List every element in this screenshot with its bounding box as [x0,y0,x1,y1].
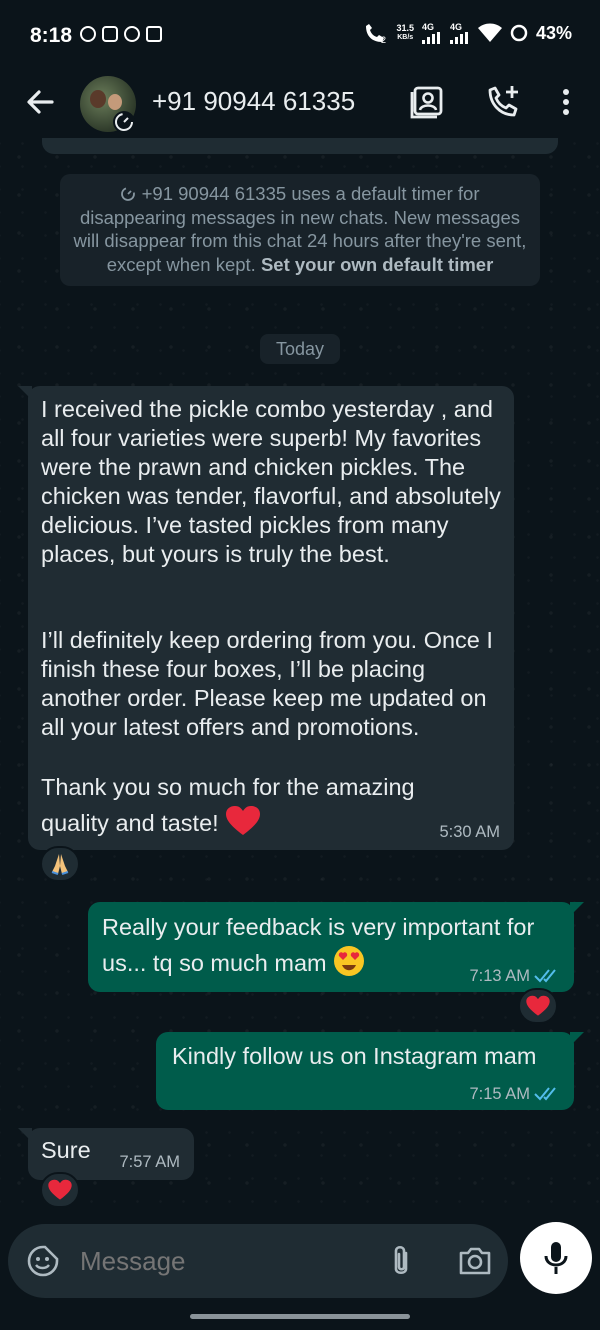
message-time: 7:15 AM [469,1085,530,1103]
message-time: 7:13 AM [469,967,530,985]
status-bar: 8:18 2 31.5 KB/s 4G 4G 43% [0,0,600,70]
heart-emoji [226,806,261,835]
status-right: 2 31.5 KB/s 4G 4G 43% [362,22,572,44]
net-speed: 31.5 KB/s [396,23,414,43]
wifi-icon [477,23,502,42]
message-bubble-incoming[interactable]: I received the pickle combo yesterday , … [18,386,514,850]
message-time: 7:57 AM [119,1153,180,1171]
heart-eyes-emoji [334,946,365,976]
notification-icons [80,26,162,42]
timer-icon [121,187,136,201]
microphone-icon [544,1242,568,1274]
avatar-figure [90,90,106,108]
attach-icon[interactable] [388,1243,414,1279]
pray-emoji-icon [51,854,69,875]
signal-2: 4G [449,22,470,44]
set-default-timer-link[interactable]: Set your own default timer [261,254,493,275]
sim-label-1: 4G [421,22,434,32]
message-paragraph: I received the pickle combo yesterday , … [41,396,501,567]
disappearing-timer-icon [113,111,135,133]
emoji-sticker-icon[interactable] [26,1244,60,1278]
instagram-icon [102,26,118,42]
wifi-call-icon: 2 [366,24,386,44]
chat-area[interactable]: +91 90944 61335 uses a default timer for… [0,138,600,1218]
signal-bars-icon [421,32,440,44]
status-time: 8:18 [30,24,73,47]
message-paragraph: Thank you so much for the amazing qualit… [41,770,461,841]
more-options-icon[interactable] [548,84,584,120]
message-input[interactable] [80,1246,370,1277]
message-paragraph: I’ll definitely keep ordering from you. … [41,627,493,740]
facebook-icon [80,26,96,42]
signal-1: 4G [421,22,442,44]
message-reaction[interactable] [40,1172,80,1208]
net-speed-unit: KB/s [397,34,414,41]
add-call-icon[interactable] [486,84,522,120]
contact-name[interactable]: +91 90944 61335 [152,86,355,117]
double-check-read-icon [534,969,556,983]
avatar-figure [108,94,122,110]
message-bubble-outgoing[interactable]: Kindly follow us on Instagram mam 7:15 A… [156,1032,584,1110]
battery-level: 43% [535,22,572,43]
message-text: Kindly follow us on Instagram mam [172,1043,537,1069]
bubble-tail [18,1128,32,1142]
signal-bars-icon [449,32,468,44]
message-reaction[interactable] [518,988,558,1024]
threads-icon [124,26,140,42]
message-text: Sure [41,1137,91,1163]
message-reaction[interactable] [40,846,80,882]
heart-emoji [526,995,550,1016]
camera-icon[interactable] [458,1246,492,1276]
chat-top-edge [42,138,558,154]
message-time: 5:30 AM [439,823,500,841]
bubble-tail [18,386,32,400]
net-speed-value: 31.5 [396,23,414,33]
bubble-tail [570,902,584,916]
sim-label-2: 4G [449,22,462,32]
chat-header: +91 90944 61335 [0,70,600,138]
message-bubble-outgoing[interactable]: Really your feedback is very important f… [88,902,584,992]
heart-emoji [48,1179,72,1200]
back-arrow-icon[interactable] [22,84,58,120]
app-icon [146,26,162,42]
svg-text:2: 2 [381,35,386,44]
disappearing-messages-notice[interactable]: +91 90944 61335 uses a default timer for… [60,174,540,286]
bubble-tail [570,1032,584,1046]
voice-record-button[interactable] [520,1222,592,1294]
battery-icon [510,24,528,42]
gesture-nav-bar[interactable] [190,1314,410,1319]
message-composer[interactable] [8,1224,508,1298]
double-check-read-icon [534,1087,556,1101]
video-call-icon[interactable] [410,84,446,120]
date-divider: Today [260,334,340,364]
